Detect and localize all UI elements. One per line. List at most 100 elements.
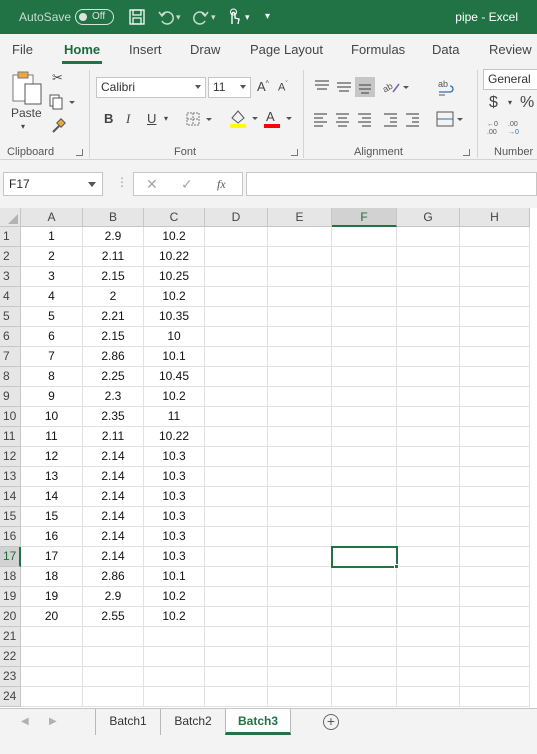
cell-g22[interactable] bbox=[397, 647, 460, 667]
cell-h21[interactable] bbox=[460, 627, 530, 647]
underline-button[interactable]: U bbox=[147, 111, 156, 126]
cell-f4[interactable] bbox=[332, 287, 397, 307]
alignment-launcher-icon[interactable] bbox=[463, 149, 470, 156]
cell-e21[interactable] bbox=[268, 627, 332, 647]
cell-d5[interactable] bbox=[205, 307, 268, 327]
cell-c1[interactable]: 10.2 bbox=[144, 227, 205, 247]
cell-c10[interactable]: 11 bbox=[144, 407, 205, 427]
cell-b20[interactable]: 2.55 bbox=[83, 607, 144, 627]
row-header[interactable]: 18 bbox=[0, 567, 21, 587]
cell-e17[interactable] bbox=[268, 547, 332, 567]
cell-f2[interactable] bbox=[332, 247, 397, 267]
cell-f9[interactable] bbox=[332, 387, 397, 407]
row-header[interactable]: 19 bbox=[0, 587, 21, 607]
cell-c17[interactable]: 10.3 bbox=[144, 547, 205, 567]
cell-c24[interactable] bbox=[144, 687, 205, 707]
cell-b6[interactable]: 2.15 bbox=[83, 327, 144, 347]
cell-b4[interactable]: 2 bbox=[83, 287, 144, 307]
cell-b1[interactable]: 2.9 bbox=[83, 227, 144, 247]
cell-g17[interactable] bbox=[397, 547, 460, 567]
cell-d3[interactable] bbox=[205, 267, 268, 287]
cell-g11[interactable] bbox=[397, 427, 460, 447]
row-header[interactable]: 24 bbox=[0, 687, 21, 707]
cell-e19[interactable] bbox=[268, 587, 332, 607]
cell-a10[interactable]: 10 bbox=[21, 407, 83, 427]
cell-b3[interactable]: 2.15 bbox=[83, 267, 144, 287]
cell-e22[interactable] bbox=[268, 647, 332, 667]
cell-h11[interactable] bbox=[460, 427, 530, 447]
cell-f23[interactable] bbox=[332, 667, 397, 687]
cell-d11[interactable] bbox=[205, 427, 268, 447]
cell-f18[interactable] bbox=[332, 567, 397, 587]
cell-f10[interactable] bbox=[332, 407, 397, 427]
row-header[interactable]: 22 bbox=[0, 647, 21, 667]
cell-d1[interactable] bbox=[205, 227, 268, 247]
horizontal-align-icons[interactable] bbox=[312, 111, 424, 129]
cell-c6[interactable]: 10 bbox=[144, 327, 205, 347]
cell-a16[interactable]: 16 bbox=[21, 527, 83, 547]
cell-e16[interactable] bbox=[268, 527, 332, 547]
cell-f16[interactable] bbox=[332, 527, 397, 547]
cell-e5[interactable] bbox=[268, 307, 332, 327]
cell-e23[interactable] bbox=[268, 667, 332, 687]
percent-button[interactable]: % bbox=[520, 94, 534, 112]
cell-b12[interactable]: 2.14 bbox=[83, 447, 144, 467]
cell-b7[interactable]: 2.86 bbox=[83, 347, 144, 367]
cell-c3[interactable]: 10.25 bbox=[144, 267, 205, 287]
cell-h6[interactable] bbox=[460, 327, 530, 347]
cell-h12[interactable] bbox=[460, 447, 530, 467]
cell-b24[interactable] bbox=[83, 687, 144, 707]
cell-b21[interactable] bbox=[83, 627, 144, 647]
cell-c5[interactable]: 10.35 bbox=[144, 307, 205, 327]
tab-review[interactable]: Review bbox=[489, 42, 532, 57]
cell-a9[interactable]: 9 bbox=[21, 387, 83, 407]
cell-g4[interactable] bbox=[397, 287, 460, 307]
undo-icon[interactable] bbox=[157, 8, 175, 26]
row-header[interactable]: 12 bbox=[0, 447, 21, 467]
orientation-icon[interactable]: ab bbox=[381, 78, 411, 96]
cell-h18[interactable] bbox=[460, 567, 530, 587]
sheet-tab-batch1[interactable]: Batch1 bbox=[95, 709, 160, 735]
cell-h22[interactable] bbox=[460, 647, 530, 667]
fill-handle[interactable] bbox=[394, 564, 399, 569]
cell-d20[interactable] bbox=[205, 607, 268, 627]
touch-dropdown-icon[interactable]: ▾ bbox=[245, 12, 263, 30]
currency-button[interactable]: $ bbox=[489, 94, 498, 112]
cell-h2[interactable] bbox=[460, 247, 530, 267]
autosave-toggle[interactable]: Off bbox=[75, 9, 114, 25]
cell-c8[interactable]: 10.45 bbox=[144, 367, 205, 387]
save-icon[interactable] bbox=[128, 8, 146, 26]
row-header[interactable]: 4 bbox=[0, 287, 21, 307]
insert-function-icon[interactable]: fx bbox=[217, 177, 226, 192]
row-header[interactable]: 11 bbox=[0, 427, 21, 447]
cell-d19[interactable] bbox=[205, 587, 268, 607]
row-header[interactable]: 23 bbox=[0, 667, 21, 687]
cell-b11[interactable]: 2.11 bbox=[83, 427, 144, 447]
cell-h14[interactable] bbox=[460, 487, 530, 507]
cell-h19[interactable] bbox=[460, 587, 530, 607]
row-header[interactable]: 17 bbox=[0, 547, 21, 567]
cell-c12[interactable]: 10.3 bbox=[144, 447, 205, 467]
cell-d24[interactable] bbox=[205, 687, 268, 707]
tab-draw[interactable]: Draw bbox=[190, 42, 220, 57]
cell-f11[interactable] bbox=[332, 427, 397, 447]
font-name-combo[interactable]: Calibri bbox=[96, 77, 206, 98]
cell-g9[interactable] bbox=[397, 387, 460, 407]
cell-d9[interactable] bbox=[205, 387, 268, 407]
cell-h9[interactable] bbox=[460, 387, 530, 407]
fill-color-icon[interactable] bbox=[228, 108, 262, 128]
cell-b2[interactable]: 2.11 bbox=[83, 247, 144, 267]
cell-a7[interactable]: 7 bbox=[21, 347, 83, 367]
cell-b14[interactable]: 2.14 bbox=[83, 487, 144, 507]
row-header[interactable]: 10 bbox=[0, 407, 21, 427]
cell-e8[interactable] bbox=[268, 367, 332, 387]
cell-c14[interactable]: 10.3 bbox=[144, 487, 205, 507]
cell-b19[interactable]: 2.9 bbox=[83, 587, 144, 607]
cell-g5[interactable] bbox=[397, 307, 460, 327]
row-header[interactable]: 5 bbox=[0, 307, 21, 327]
cell-b5[interactable]: 2.21 bbox=[83, 307, 144, 327]
underline-dropdown-icon[interactable]: ▾ bbox=[164, 114, 168, 123]
cell-a12[interactable]: 12 bbox=[21, 447, 83, 467]
column-header-b[interactable]: B bbox=[83, 208, 144, 227]
cell-h3[interactable] bbox=[460, 267, 530, 287]
